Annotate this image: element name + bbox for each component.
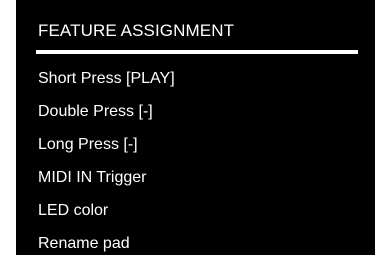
menu-item-rename-pad[interactable]: Rename pad bbox=[38, 227, 175, 260]
menu-item-midi-in-trigger[interactable]: MIDI IN Trigger bbox=[38, 161, 175, 194]
screen-title: FEATURE ASSIGNMENT bbox=[38, 21, 235, 40]
menu-item-long-press[interactable]: Long Press [-] bbox=[38, 128, 175, 161]
title-divider bbox=[36, 50, 358, 54]
menu-item-short-press[interactable]: Short Press [PLAY] bbox=[38, 62, 175, 95]
menu-item-double-press[interactable]: Double Press [-] bbox=[38, 95, 175, 128]
menu-item-led-color[interactable]: LED color bbox=[38, 194, 175, 227]
feature-menu: Short Press [PLAY] Double Press [-] Long… bbox=[38, 62, 175, 260]
device-screen: FEATURE ASSIGNMENT Short Press [PLAY] Do… bbox=[16, 0, 375, 255]
